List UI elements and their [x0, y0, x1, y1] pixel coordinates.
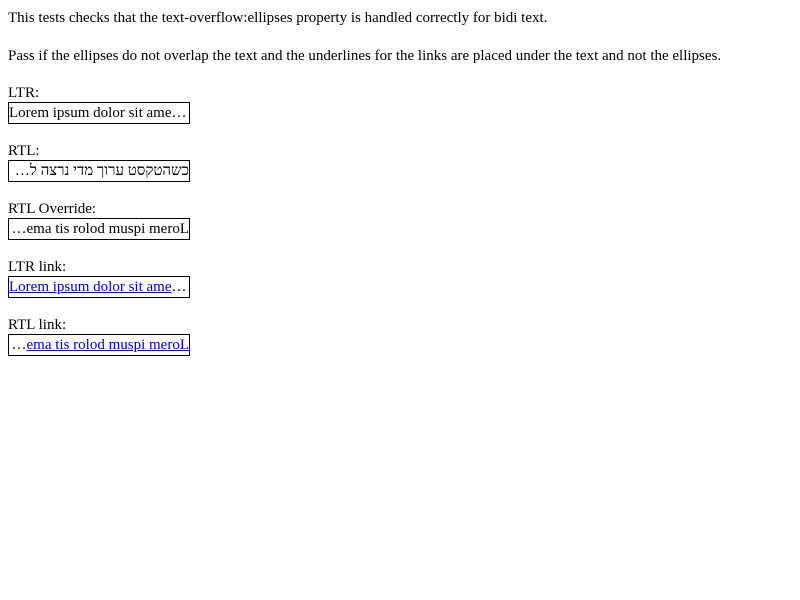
ltr-link[interactable]: Lorem ipsum dolor sit amet, consectetur …: [9, 279, 189, 295]
rtl-link-label: RTL link:: [8, 317, 67, 333]
rtl-text-box: כשהטקסט ערוך מדי נרצה להציג אליפסה בסופו: [8, 160, 190, 182]
rtl-link-test: RTL link: Lorem ipsum dolor sit amet, co…: [8, 316, 792, 356]
rtl-link-box: Lorem ipsum dolor sit amet, consectetur …: [8, 334, 190, 356]
ltr-link-test: LTR link: Lorem ipsum dolor sit amet, co…: [8, 258, 792, 298]
ltr-link-label: LTR link:: [8, 259, 67, 275]
rtl-override-text-box: Lorem ipsum dolor sit amet, consectetur …: [8, 218, 190, 240]
rtl-override-test: RTL Override: Lorem ipsum dolor sit amet…: [8, 200, 792, 240]
rtl-override-label: RTL Override:: [8, 201, 97, 217]
intro-description: This tests checks that the text-overflow…: [8, 10, 548, 26]
rtl-test: RTL: כשהטקסט ערוך מדי נרצה להציג אליפסה …: [8, 142, 792, 182]
ltr-label: LTR:: [8, 85, 40, 101]
ltr-test: LTR: Lorem ipsum dolor sit amet, consect…: [8, 84, 792, 124]
pass-criteria: Pass if the ellipses do not overlap the …: [8, 48, 722, 64]
ltr-link-box: Lorem ipsum dolor sit amet, consectetur …: [8, 276, 190, 298]
test-page: This tests checks that the text-overflow…: [0, 0, 800, 356]
rtl-label: RTL:: [8, 143, 40, 159]
rtl-link[interactable]: Lorem ipsum dolor sit amet, consectetur …: [9, 337, 189, 353]
ltr-text-box: Lorem ipsum dolor sit amet, consectetur …: [8, 102, 190, 124]
